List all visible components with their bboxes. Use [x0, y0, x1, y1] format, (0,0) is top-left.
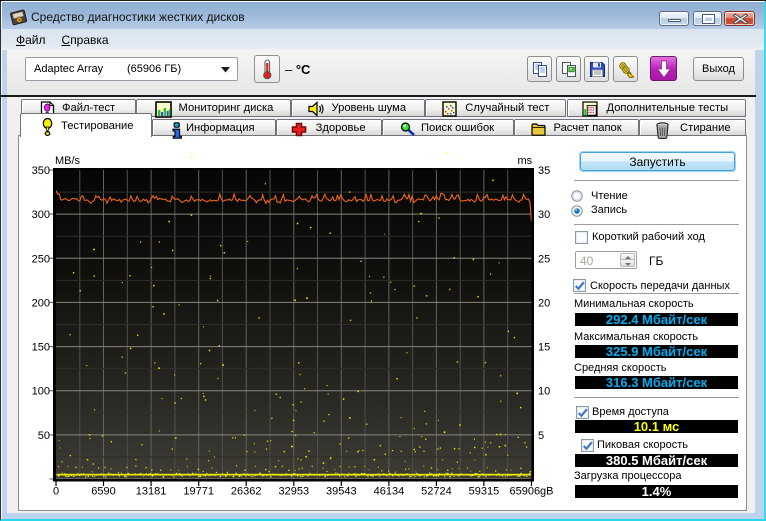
svg-text:6590: 6590	[91, 486, 115, 498]
svg-text:MB/s: MB/s	[55, 155, 81, 167]
svg-text:ms: ms	[518, 155, 533, 167]
svg-text:150: 150	[32, 342, 50, 354]
svg-text:250: 250	[32, 253, 50, 265]
svg-text:46134: 46134	[374, 486, 405, 498]
svg-text:100: 100	[32, 386, 50, 398]
svg-text:0: 0	[53, 486, 59, 498]
svg-text:5: 5	[538, 430, 544, 442]
svg-text:19771: 19771	[183, 486, 214, 498]
svg-text:52724: 52724	[421, 486, 452, 498]
svg-text:300: 300	[32, 209, 50, 221]
svg-text:59315: 59315	[469, 486, 500, 498]
svg-text:65906gB: 65906gB	[509, 486, 553, 498]
svg-text:32953: 32953	[279, 486, 310, 498]
svg-text:15: 15	[538, 342, 550, 354]
svg-text:350: 350	[32, 165, 50, 177]
svg-text:26362: 26362	[231, 486, 262, 498]
svg-text:30: 30	[538, 209, 550, 221]
svg-text:200: 200	[32, 297, 50, 309]
svg-text:50: 50	[38, 430, 50, 442]
svg-text:39543: 39543	[326, 486, 357, 498]
svg-text:10: 10	[538, 386, 550, 398]
svg-text:25: 25	[538, 253, 550, 265]
svg-text:35: 35	[538, 165, 550, 177]
svg-text:20: 20	[538, 297, 550, 309]
svg-text:13181: 13181	[136, 486, 167, 498]
